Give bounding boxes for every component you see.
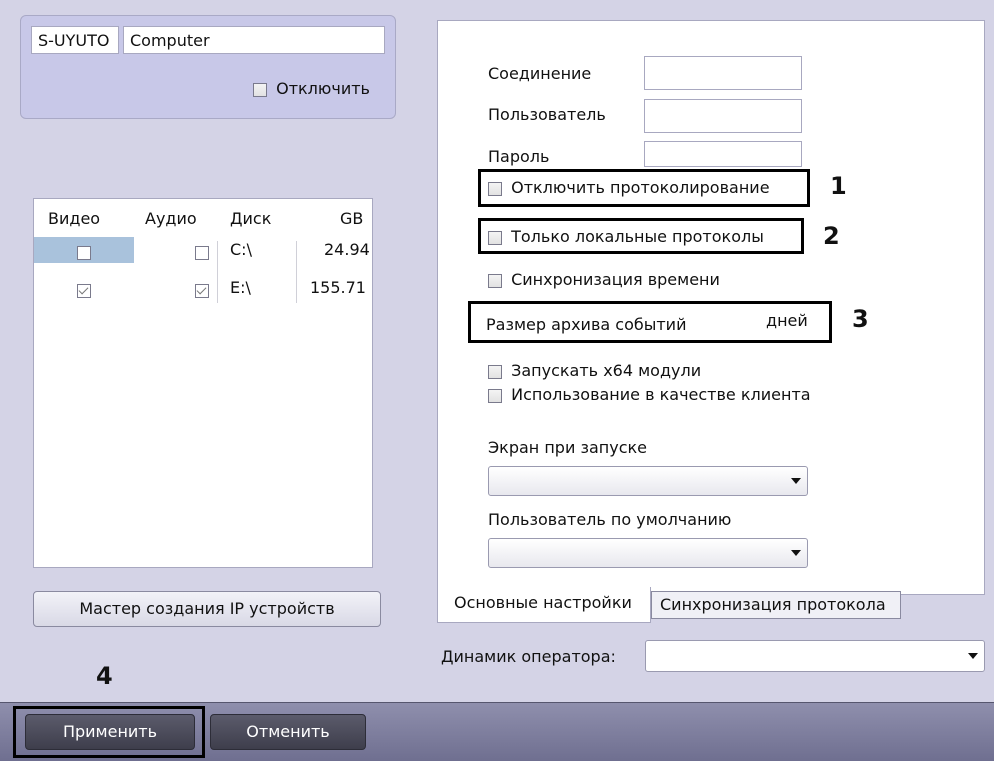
ip-device-wizard-label: Мастер создания IP устройств <box>79 599 335 618</box>
disable-server-box[interactable] <box>253 82 267 97</box>
time-sync-checkbox[interactable]: Синхронизация времени <box>488 270 720 289</box>
disk-table: Видео Аудио Диск GB C:\ 24.94 E:\ 155.71 <box>33 198 373 568</box>
header-gb: GB <box>340 209 364 228</box>
password-label: Пароль <box>488 147 550 166</box>
connection-label: Соединение <box>488 64 592 83</box>
start-screen-dropdown[interactable] <box>488 466 808 496</box>
tab-protocol-sync[interactable]: Синхронизация протокола <box>651 591 901 619</box>
cancel-label: Отменить <box>246 722 330 741</box>
cancel-button[interactable]: Отменить <box>210 714 366 750</box>
x64-modules-label: Запускать x64 модули <box>511 361 702 380</box>
video-checkbox[interactable] <box>77 245 91 260</box>
tab-main-settings-label: Основные настройки <box>454 593 632 612</box>
local-logs-label: Только локальные протоколы <box>511 227 764 246</box>
disable-server-label: Отключить <box>276 79 370 98</box>
x64-modules-box[interactable] <box>488 364 502 379</box>
client-use-label: Использование в качестве клиента <box>511 385 811 404</box>
time-sync-box[interactable] <box>488 273 502 288</box>
gb-cell: 24.94 <box>324 240 370 259</box>
video-checkbox[interactable] <box>77 283 91 298</box>
local-logs-checkbox[interactable]: Только локальные протоколы <box>488 227 764 246</box>
apply-label: Применить <box>62 722 158 741</box>
server-id-field[interactable]: S-UYUTO <box>31 26 119 54</box>
disk-cell: E:\ <box>230 278 251 297</box>
connection-field[interactable] <box>644 56 802 90</box>
apply-button[interactable]: Применить <box>25 714 195 750</box>
annotation-4: 4 <box>96 662 113 690</box>
tab-protocol-sync-label: Синхронизация протокола <box>660 595 886 614</box>
password-field[interactable] <box>644 141 802 167</box>
settings-panel: Соединение Пользователь Пароль Отключить… <box>437 20 985 595</box>
client-use-checkbox[interactable]: Использование в качестве клиента <box>488 385 811 404</box>
server-id-value: S-UYUTO <box>38 31 110 50</box>
chevron-down-icon <box>968 653 978 659</box>
chevron-down-icon <box>791 550 801 556</box>
column-divider <box>217 241 218 303</box>
column-divider <box>296 241 297 303</box>
archive-days-unit: дней <box>766 311 808 330</box>
disable-logging-box[interactable] <box>488 181 502 196</box>
user-field[interactable] <box>644 99 802 133</box>
server-panel: S-UYUTO Computer Отключить <box>20 15 396 119</box>
audio-checkbox[interactable] <box>195 245 210 260</box>
default-user-label: Пользователь по умолчанию <box>488 510 732 529</box>
local-logs-box[interactable] <box>488 230 502 245</box>
disable-logging-label: Отключить протоколирование <box>511 178 770 197</box>
time-sync-label: Синхронизация времени <box>511 270 720 289</box>
default-user-dropdown[interactable] <box>488 538 808 568</box>
gb-cell: 155.71 <box>310 278 366 297</box>
disk-cell: C:\ <box>230 240 252 259</box>
archive-days-field[interactable] <box>708 305 762 337</box>
table-row[interactable]: E:\ 155.71 <box>34 275 372 301</box>
user-label: Пользователь <box>488 105 606 124</box>
disable-logging-checkbox[interactable]: Отключить протоколирование <box>488 178 770 197</box>
server-name-field[interactable]: Computer <box>123 26 385 54</box>
audio-checkbox[interactable] <box>195 283 210 298</box>
header-disk: Диск <box>230 209 272 228</box>
tab-main-settings[interactable]: Основные настройки <box>437 587 651 623</box>
operator-speaker-label: Динамик оператора: <box>441 647 616 666</box>
start-screen-label: Экран при запуске <box>488 438 647 457</box>
archive-size-label: Размер архива событий <box>486 315 687 334</box>
table-header: Видео Аудио Диск GB <box>34 199 372 237</box>
server-name-value: Computer <box>130 31 210 50</box>
annotation-2: 2 <box>823 222 840 250</box>
operator-speaker-dropdown[interactable] <box>645 640 985 672</box>
chevron-down-icon <box>791 478 801 484</box>
table-row[interactable]: C:\ 24.94 <box>34 237 372 263</box>
header-video: Видео <box>48 209 101 228</box>
client-use-box[interactable] <box>488 388 502 403</box>
header-audio: Аудио <box>145 209 197 228</box>
x64-modules-checkbox[interactable]: Запускать x64 модули <box>488 361 701 380</box>
annotation-1: 1 <box>830 172 847 200</box>
disable-server-checkbox[interactable]: Отключить <box>253 79 370 98</box>
annotation-3: 3 <box>852 305 869 333</box>
ip-device-wizard-button[interactable]: Мастер создания IP устройств <box>33 591 381 627</box>
